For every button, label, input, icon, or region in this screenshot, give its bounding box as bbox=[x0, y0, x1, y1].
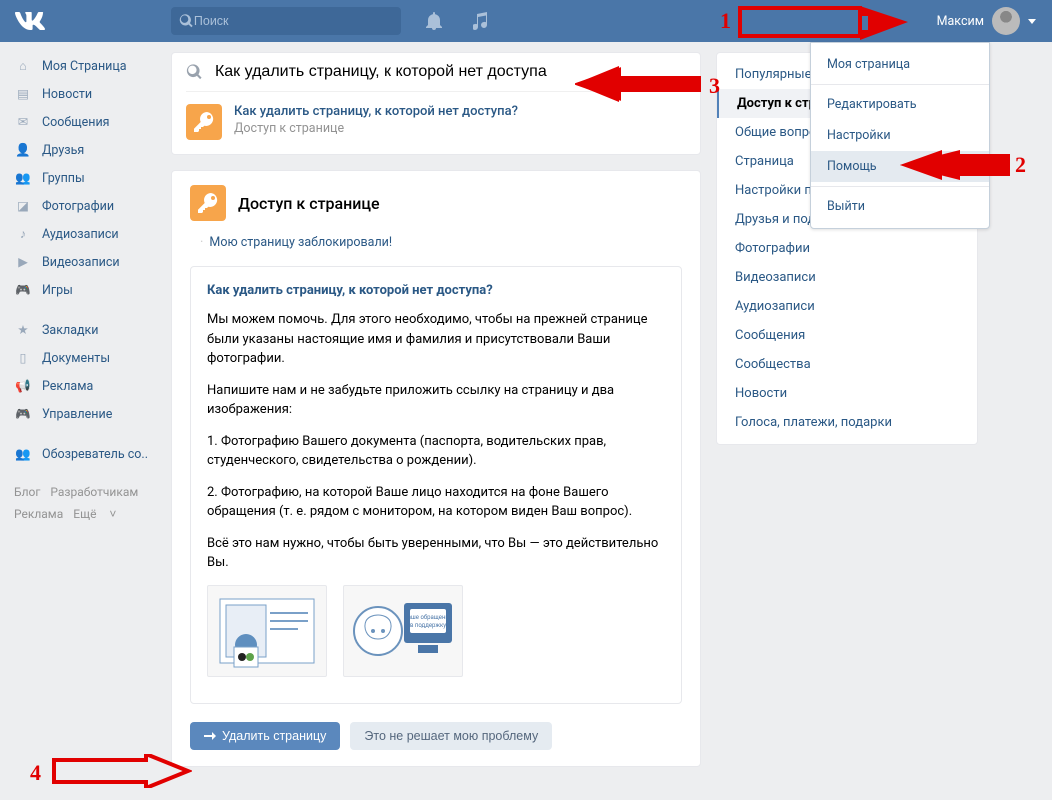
docs-icon: ▯ bbox=[14, 349, 32, 367]
username-label: Максим bbox=[937, 14, 984, 29]
search-result-row[interactable]: Как удалить страницу, к которой нет дост… bbox=[186, 91, 686, 144]
nav-my-page[interactable]: ⌂Моя Страница bbox=[14, 52, 165, 80]
groups-icon: 👥 bbox=[14, 169, 32, 187]
article-title: Как удалить страницу, к которой нет дост… bbox=[207, 283, 665, 298]
search-icon bbox=[179, 13, 194, 29]
nav-video[interactable]: ▶Видеозаписи bbox=[14, 248, 165, 276]
nav-news[interactable]: ▤Новости bbox=[14, 80, 165, 108]
topbar-search-input[interactable] bbox=[194, 14, 393, 28]
nav-photos[interactable]: ◪Фотографии bbox=[14, 192, 165, 220]
avatar bbox=[992, 7, 1020, 35]
games-icon: 🎮 bbox=[14, 281, 32, 299]
footer-more[interactable]: Ещё ˅ bbox=[73, 507, 116, 521]
nav-ads[interactable]: 📢Реклама bbox=[14, 372, 165, 400]
dropdown-item-mypage[interactable]: Моя страница bbox=[811, 49, 989, 80]
ads-icon: 📢 bbox=[14, 377, 32, 395]
notifications-icon[interactable] bbox=[425, 12, 443, 30]
illustration-selfie: Ваше обращениев поддержку bbox=[343, 585, 463, 677]
cat-photos[interactable]: Фотографии bbox=[717, 234, 977, 263]
blocked-link[interactable]: Мою страницу заблокировали! bbox=[209, 235, 392, 250]
messages-icon: ✉ bbox=[14, 113, 32, 131]
observer-icon: 👥 bbox=[14, 445, 32, 463]
article-p2: Напишите нам и не забудьте приложить ссы… bbox=[207, 381, 665, 420]
article-p5: Всё это нам нужно, чтобы быть уверенными… bbox=[207, 534, 665, 573]
article-box: Как удалить страницу, к которой нет дост… bbox=[190, 266, 682, 704]
footer-dev[interactable]: Разработчикам bbox=[50, 485, 138, 499]
nav-messages[interactable]: ✉Сообщения bbox=[14, 108, 165, 136]
friends-icon: 👤 bbox=[14, 141, 32, 159]
nav-observer[interactable]: 👥Обозреватель со.. bbox=[14, 440, 165, 468]
svg-text:в поддержку: в поддержку bbox=[410, 622, 446, 629]
dropdown-item-settings[interactable]: Настройки bbox=[811, 120, 989, 151]
user-menu-trigger[interactable]: Максим bbox=[931, 0, 1042, 42]
dropdown-item-help[interactable]: Помощь bbox=[811, 151, 989, 182]
topbar: Максим bbox=[0, 0, 1052, 42]
arrow-right-icon bbox=[204, 731, 216, 741]
cat-payments[interactable]: Голоса, платежи, подарки bbox=[717, 408, 977, 444]
result-subtitle: Доступ к странице bbox=[234, 121, 518, 136]
search-icon bbox=[186, 63, 203, 81]
nav-friends[interactable]: 👤Друзья bbox=[14, 136, 165, 164]
not-solved-button[interactable]: Это не решает мою проблему bbox=[350, 722, 552, 750]
article-p3: 1. Фотографию Вашего документа (паспорта… bbox=[207, 432, 665, 471]
article-p4: 2. Фотографию, на которой Ваше лицо нахо… bbox=[207, 483, 665, 522]
delete-page-button[interactable]: Удалить страницу bbox=[190, 722, 340, 750]
dropdown-item-logout[interactable]: Выйти bbox=[811, 191, 989, 222]
topbar-search[interactable] bbox=[171, 7, 401, 35]
cat-news[interactable]: Новости bbox=[717, 379, 977, 408]
article-card: Доступ к странице ·Мою страницу заблокир… bbox=[171, 170, 701, 767]
nav-groups[interactable]: 👥Группы bbox=[14, 164, 165, 192]
footer-blog[interactable]: Блог bbox=[14, 485, 40, 499]
user-dropdown: Моя страница Редактировать Настройки Пом… bbox=[810, 42, 990, 229]
photos-icon: ◪ bbox=[14, 197, 32, 215]
nav-footer: Блог Разработчикам Реклама Ещё ˅ bbox=[14, 468, 165, 525]
result-title: Как удалить страницу, к которой нет дост… bbox=[234, 104, 518, 119]
nav-manage[interactable]: 🎮Управление bbox=[14, 400, 165, 428]
music-icon[interactable] bbox=[473, 12, 489, 30]
footer-ads[interactable]: Реклама bbox=[14, 507, 63, 521]
cat-audio[interactable]: Аудиозаписи bbox=[717, 292, 977, 321]
bookmark-icon: ★ bbox=[14, 321, 32, 339]
audio-icon: ♪ bbox=[14, 225, 32, 243]
cat-communities[interactable]: Сообщества bbox=[717, 350, 977, 379]
vk-logo[interactable] bbox=[10, 12, 55, 30]
article-p1: Мы можем помочь. Для этого необходимо, ч… bbox=[207, 310, 665, 369]
chevron-down-icon bbox=[1028, 19, 1036, 24]
svg-text:Ваше обращение: Ваше обращение bbox=[404, 614, 452, 621]
main-column: Как удалить страницу, к которой нет дост… bbox=[171, 52, 701, 782]
nav-games[interactable]: 🎮Игры bbox=[14, 276, 165, 304]
help-search-card: Как удалить страницу, к которой нет дост… bbox=[171, 52, 701, 155]
home-icon: ⌂ bbox=[14, 57, 32, 75]
nav-bookmarks[interactable]: ★Закладки bbox=[14, 316, 165, 344]
manage-icon: 🎮 bbox=[14, 405, 32, 423]
video-icon: ▶ bbox=[14, 253, 32, 271]
nav-docs[interactable]: ▯Документы bbox=[14, 344, 165, 372]
key-icon bbox=[190, 185, 226, 221]
section-title: Доступ к странице bbox=[238, 194, 380, 213]
nav-audio[interactable]: ♪Аудиозаписи bbox=[14, 220, 165, 248]
key-icon bbox=[186, 104, 222, 140]
cat-videos[interactable]: Видеозаписи bbox=[717, 263, 977, 292]
left-nav: ⌂Моя Страница ▤Новости ✉Сообщения 👤Друзь… bbox=[0, 52, 165, 782]
illustration-passport bbox=[207, 585, 327, 677]
help-search-input[interactable] bbox=[215, 63, 686, 81]
news-icon: ▤ bbox=[14, 85, 32, 103]
cat-messages[interactable]: Сообщения bbox=[717, 321, 977, 350]
dropdown-item-edit[interactable]: Редактировать bbox=[811, 89, 989, 120]
